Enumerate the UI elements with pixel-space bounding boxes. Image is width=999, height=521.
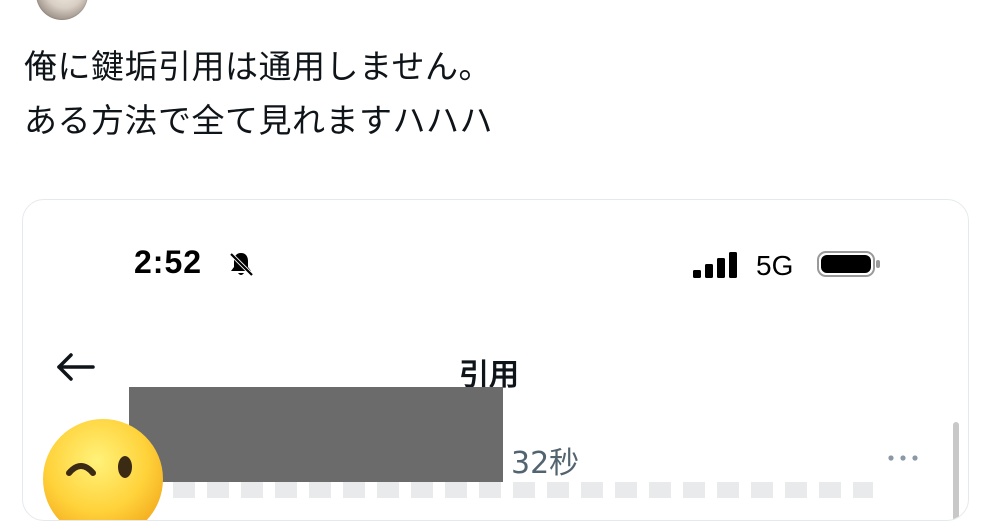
winking-face-emoji (43, 419, 163, 520)
network-type-label: 5G (756, 250, 794, 281)
cropped-post-text (173, 482, 873, 498)
ellipsis-icon[interactable] (887, 454, 919, 462)
arrow-left-icon[interactable] (55, 352, 95, 382)
post-timestamp: 32秒 (511, 446, 580, 481)
battery-icon (817, 251, 880, 277)
tweet-text: 俺に鍵垢引用は通用しません。 ある方法で全て見れますハハハ (24, 40, 493, 148)
author-avatar[interactable] (36, 0, 88, 20)
status-bar-time: 2:52 (134, 244, 203, 280)
redacted-username-block (129, 387, 503, 482)
attached-screenshot-card[interactable]: 2:52 5G 引用 32秒 (22, 199, 969, 521)
tweet-text-line-1: 俺に鍵垢引用は通用しません。 (24, 47, 493, 86)
scrollbar[interactable] (953, 422, 959, 520)
tweet-text-line-2: ある方法で全て見れますハハハ (24, 101, 493, 140)
signal-icon (693, 252, 737, 278)
bell-muted-icon (229, 252, 254, 277)
